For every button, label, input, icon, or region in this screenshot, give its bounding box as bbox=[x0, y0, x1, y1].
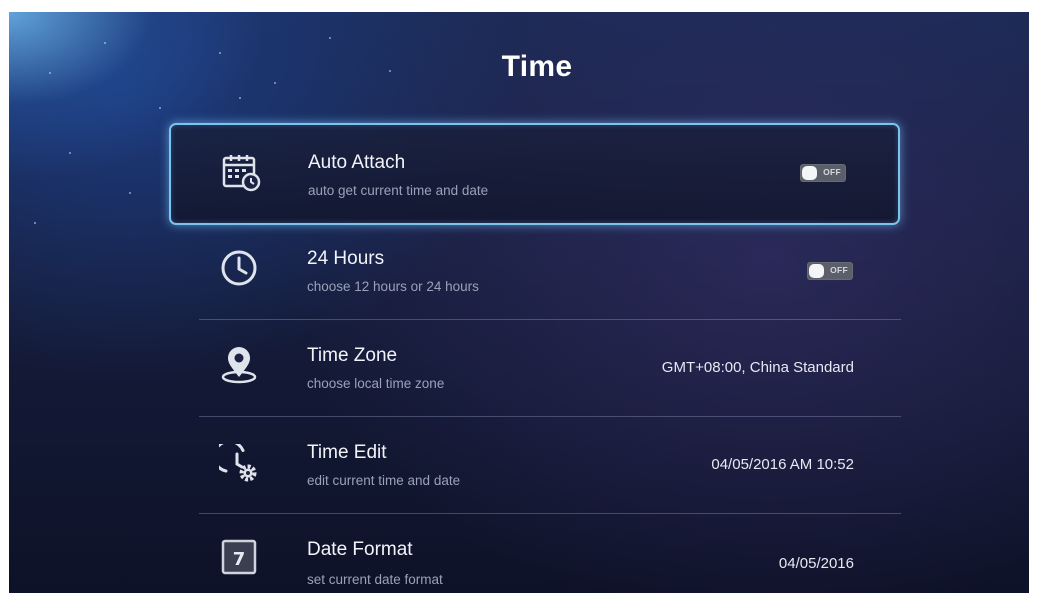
calendar-day-number: 7 bbox=[233, 549, 246, 570]
setting-description: set current date format bbox=[307, 572, 443, 587]
star-decoration bbox=[69, 152, 71, 154]
star-decoration bbox=[159, 107, 161, 109]
tv-screen: Time Auto Attach auto get current time a… bbox=[9, 12, 1029, 593]
calendar-day-icon: 7 bbox=[219, 537, 259, 577]
time-zone-value: GMT+08:00, China Standard bbox=[661, 359, 854, 376]
star-decoration bbox=[329, 37, 331, 39]
location-pin-icon bbox=[219, 345, 259, 385]
clock-icon bbox=[219, 248, 259, 288]
setting-description: choose local time zone bbox=[307, 376, 445, 391]
setting-row-date-format[interactable]: 7 Date Format set current date format 04… bbox=[189, 515, 901, 593]
24-hours-toggle[interactable]: OFF bbox=[807, 262, 853, 280]
setting-description: edit current time and date bbox=[307, 473, 461, 488]
setting-row-24-hours[interactable]: 24 Hours choose 12 hours or 24 hours OFF bbox=[189, 224, 901, 320]
toggle-state-label: OFF bbox=[830, 265, 848, 275]
star-decoration bbox=[104, 42, 106, 44]
toggle-knob bbox=[802, 166, 817, 180]
star-decoration bbox=[129, 192, 131, 194]
auto-attach-toggle[interactable]: OFF bbox=[800, 164, 846, 182]
toggle-knob bbox=[809, 264, 824, 278]
page-title: Time bbox=[501, 50, 573, 83]
setting-label: 24 Hours bbox=[307, 248, 385, 269]
setting-row-auto-attach[interactable]: Auto Attach auto get current time and da… bbox=[169, 123, 900, 225]
setting-label: Date Format bbox=[307, 539, 413, 560]
toggle-state-label: OFF bbox=[823, 167, 841, 177]
star-decoration bbox=[239, 97, 241, 99]
clock-gear-icon bbox=[219, 444, 259, 484]
setting-description: choose 12 hours or 24 hours bbox=[307, 279, 479, 294]
setting-row-time-edit[interactable]: Time Edit edit current time and date 04/… bbox=[189, 418, 901, 514]
setting-label: Time Edit bbox=[307, 442, 387, 463]
setting-label: Time Zone bbox=[307, 345, 398, 366]
star-decoration bbox=[34, 222, 36, 224]
setting-row-time-zone[interactable]: Time Zone choose local time zone GMT+08:… bbox=[189, 321, 901, 417]
setting-label: Auto Attach bbox=[308, 152, 406, 173]
date-format-value: 04/05/2016 bbox=[778, 555, 854, 572]
time-edit-value: 04/05/2016 AM 10:52 bbox=[711, 456, 854, 473]
setting-description: auto get current time and date bbox=[308, 183, 489, 198]
calendar-clock-icon bbox=[221, 152, 261, 192]
